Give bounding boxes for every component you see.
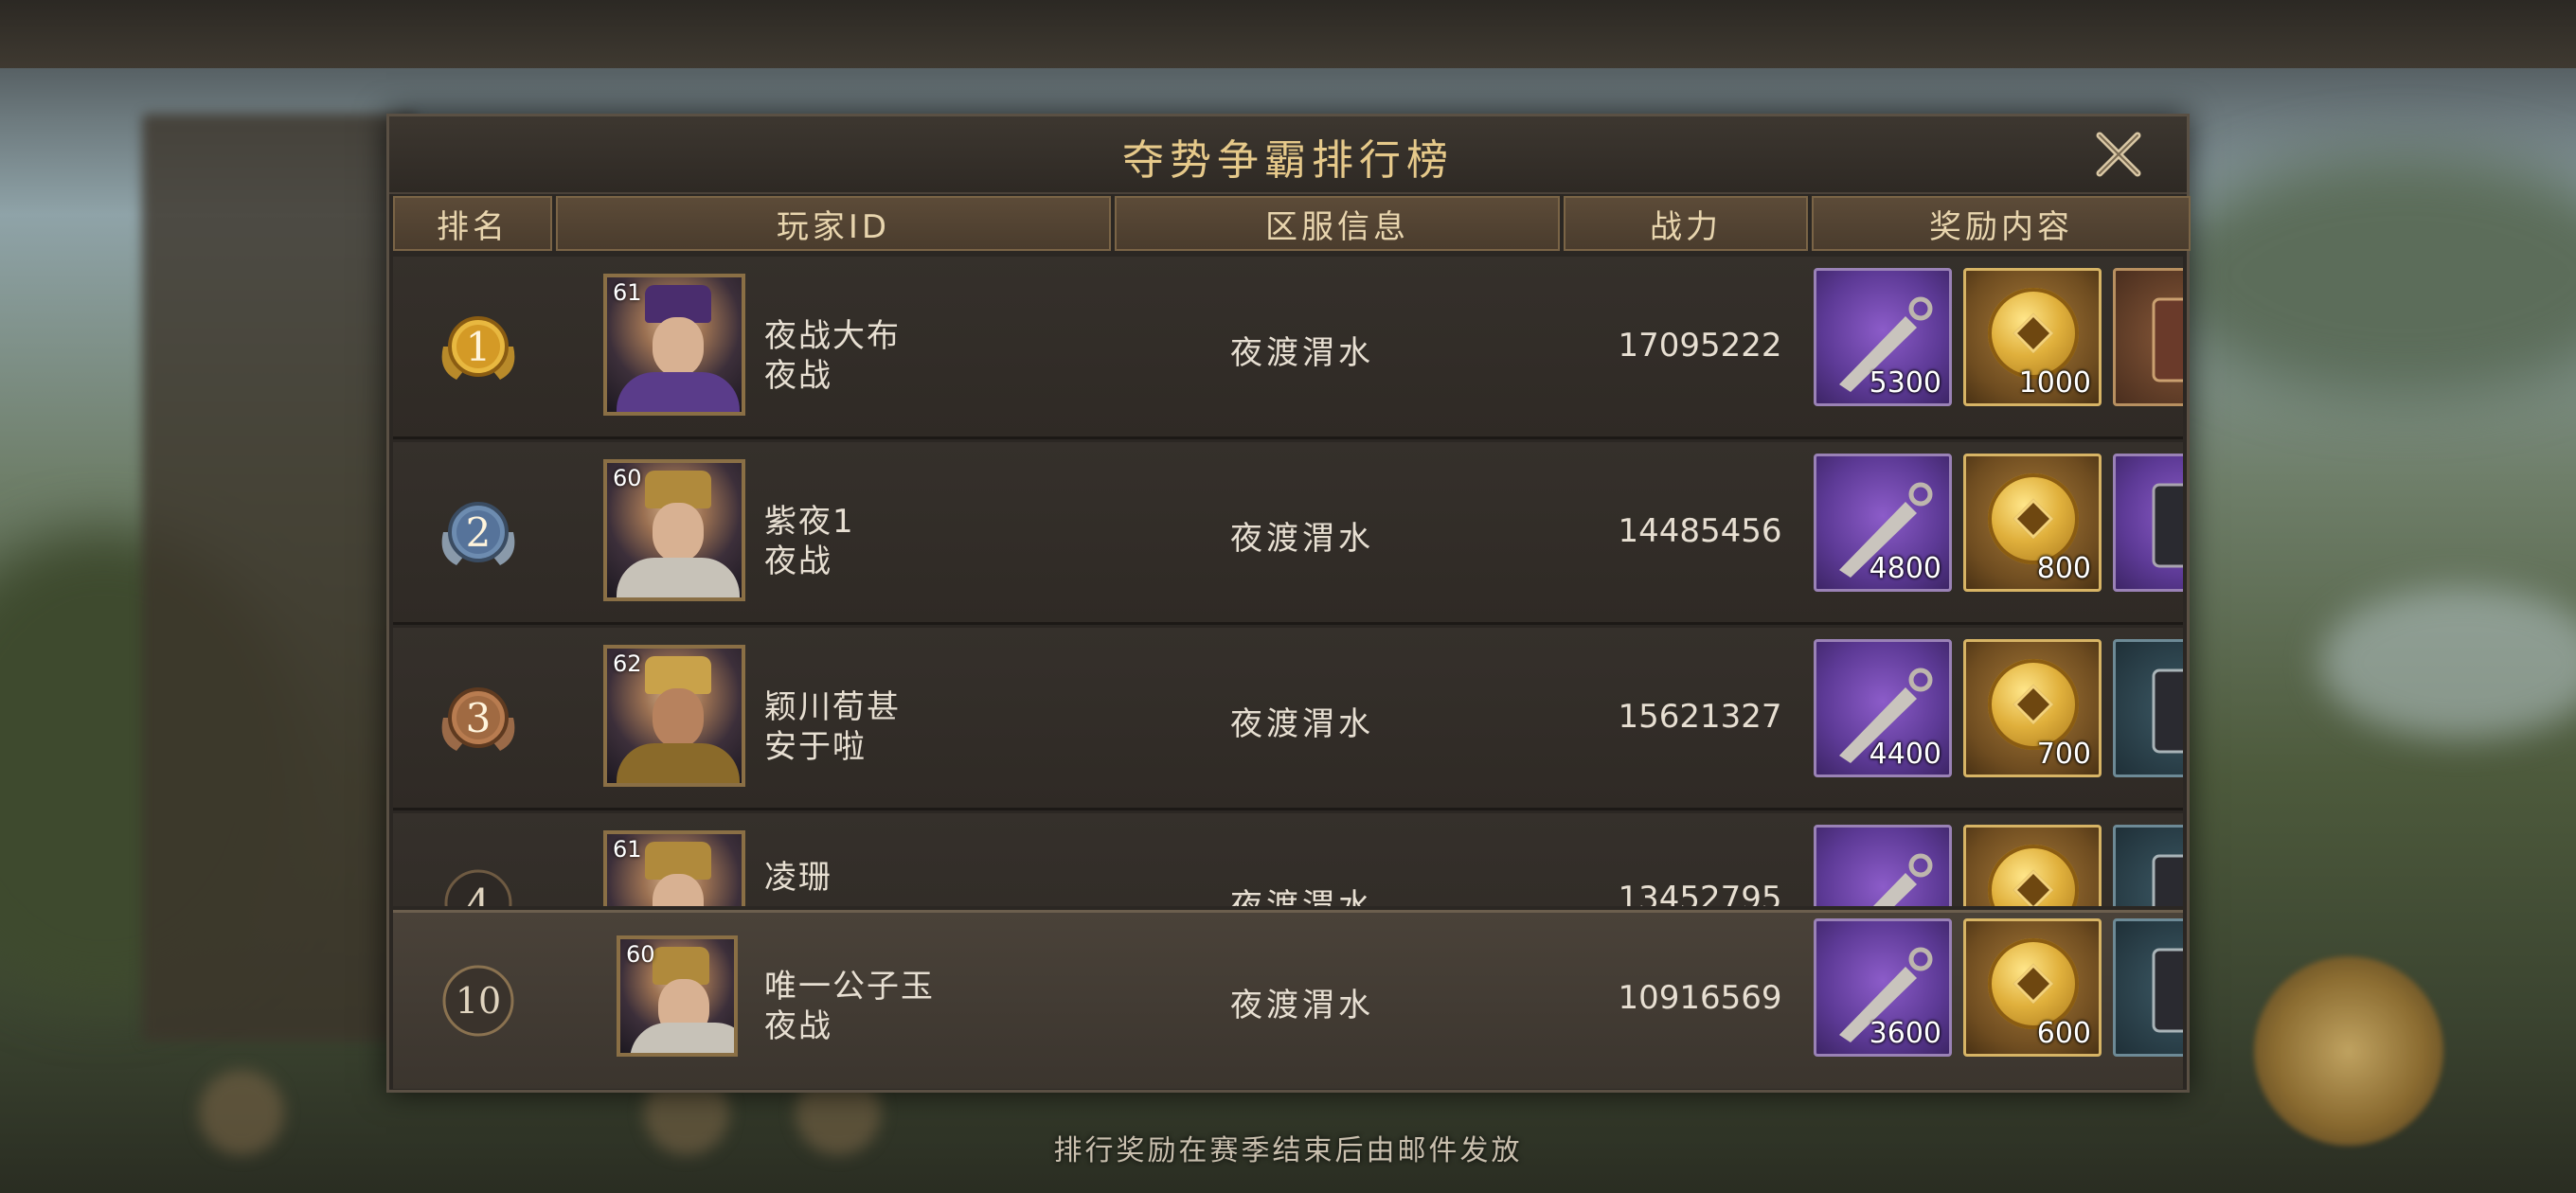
panel-title: 夺势争霸排行榜 bbox=[1122, 136, 1454, 185]
reward-item-coin[interactable] bbox=[1963, 825, 2102, 906]
server-name: 夜渡渭水 bbox=[1230, 887, 1374, 906]
background-side-panel bbox=[142, 114, 417, 1042]
scroll-icon bbox=[2152, 297, 2183, 383]
player-level: 61 bbox=[613, 836, 642, 863]
server-name: 夜渡渭水 bbox=[1230, 520, 1374, 558]
reward-item-scroll[interactable] bbox=[2113, 639, 2183, 777]
close-icon bbox=[2096, 132, 2141, 177]
table-header: 排名 玩家ID 区服信息 战力 奖励内容 bbox=[389, 196, 2191, 251]
close-button[interactable] bbox=[2092, 128, 2145, 181]
reward-item-coin[interactable]: 600 bbox=[1963, 918, 2102, 1057]
coin-icon bbox=[1988, 473, 2079, 564]
reward-list bbox=[1814, 825, 2183, 906]
reward-item-dagger[interactable]: 4800 bbox=[1814, 454, 1952, 592]
rank-medal-bronze: 3 bbox=[436, 675, 521, 760]
server-name: 夜渡渭水 bbox=[1230, 705, 1374, 743]
player-avatar[interactable]: 60 bbox=[617, 935, 738, 1057]
player-name: 凌珊 bbox=[764, 859, 832, 897]
coin-icon bbox=[1988, 659, 2079, 750]
table-row[interactable]: 4 61 凌珊 夜渡渭水 13452795 bbox=[393, 813, 2183, 906]
reward-item-coin[interactable]: 1000 bbox=[1963, 268, 2102, 406]
reward-item-coin[interactable]: 700 bbox=[1963, 639, 2102, 777]
reward-quantity: 3600 bbox=[1869, 1017, 1941, 1050]
table-row[interactable]: 3 62 颖川荀甚 安于啦 夜渡渭水 15621327 4400 700 bbox=[393, 628, 2183, 810]
power-value: 10916569 bbox=[1618, 979, 1782, 1017]
reward-item-coin[interactable]: 800 bbox=[1963, 454, 2102, 592]
coin-icon bbox=[1988, 938, 2079, 1029]
background-top-bar bbox=[0, 0, 2576, 68]
player-avatar[interactable]: 61 bbox=[603, 274, 745, 416]
reward-item-dagger[interactable]: 4400 bbox=[1814, 639, 1952, 777]
reward-quantity: 600 bbox=[2036, 1017, 2091, 1050]
reward-quantity: 800 bbox=[2036, 552, 2091, 585]
reward-item-dagger[interactable] bbox=[1814, 825, 1952, 906]
background-river bbox=[2320, 587, 2576, 739]
player-avatar[interactable]: 61 bbox=[603, 830, 745, 906]
table-row[interactable]: 2 60 紫夜1 夜战 夜渡渭水 14485456 4800 800 bbox=[393, 442, 2183, 625]
rank-number: 3 bbox=[465, 694, 492, 741]
reward-note: 排行奖励在赛季结束后由邮件发放 bbox=[1053, 1134, 1523, 1167]
my-rank-row[interactable]: 10 60 唯一公子玉 夜战 夜渡渭水 10916569 3600 600 bbox=[393, 910, 2183, 1089]
player-level: 62 bbox=[613, 650, 642, 677]
reward-list: 4400 700 bbox=[1814, 639, 2183, 783]
header-player-id: 玩家ID bbox=[556, 196, 1111, 251]
reward-list: 4800 800 bbox=[1814, 454, 2183, 597]
coin-icon bbox=[1988, 288, 2079, 379]
title-bar: 夺势争霸排行榜 bbox=[389, 116, 2187, 194]
background-hills bbox=[2159, 151, 2576, 398]
reward-quantity: 5300 bbox=[1869, 366, 1941, 400]
reward-quantity: 700 bbox=[2036, 738, 2091, 771]
server-name: 夜渡渭水 bbox=[1230, 334, 1374, 372]
rank-badge: 4 bbox=[436, 861, 521, 906]
reward-quantity: 4800 bbox=[1869, 552, 1941, 585]
header-rank: 排名 bbox=[393, 196, 552, 251]
power-value: 15621327 bbox=[1618, 698, 1782, 736]
reward-quantity: 4400 bbox=[1869, 738, 1941, 771]
reward-item-dagger[interactable]: 5300 bbox=[1814, 268, 1952, 406]
rank-number: 1 bbox=[465, 323, 492, 370]
leaderboard-panel: 夺势争霸排行榜 排名 玩家ID 区服信息 战力 奖励内容 1 61 夜战大布 夜… bbox=[386, 114, 2191, 1093]
leaderboard-list[interactable]: 1 61 夜战大布 夜战 夜渡渭水 17095222 5300 1000 2 6… bbox=[389, 257, 2187, 906]
player-guild: 夜战 bbox=[764, 1007, 832, 1045]
rank-number: 2 bbox=[465, 508, 492, 556]
player-guild: 夜战 bbox=[764, 357, 832, 395]
power-value: 13452795 bbox=[1618, 880, 1782, 906]
rank-medal-silver: 2 bbox=[436, 490, 521, 575]
reward-item-scroll[interactable] bbox=[2113, 918, 2183, 1057]
header-rewards: 奖励内容 bbox=[1812, 196, 2191, 251]
background-action-button bbox=[2254, 956, 2443, 1146]
reward-list: 3600 600 bbox=[1814, 918, 2183, 1062]
reward-item-dagger[interactable]: 3600 bbox=[1814, 918, 1952, 1057]
coin-icon bbox=[1988, 845, 2079, 906]
scroll-icon bbox=[2152, 854, 2183, 906]
power-value: 14485456 bbox=[1618, 512, 1782, 550]
player-guild: 夜战 bbox=[764, 543, 832, 580]
player-level: 60 bbox=[626, 941, 655, 968]
rank-medal-gold: 1 bbox=[436, 304, 521, 389]
dagger-icon bbox=[1872, 853, 1933, 906]
header-server-info: 区服信息 bbox=[1115, 196, 1560, 251]
player-guild: 安于啦 bbox=[764, 728, 867, 766]
scroll-icon bbox=[2152, 668, 2183, 754]
table-row[interactable]: 1 61 夜战大布 夜战 夜渡渭水 17095222 5300 1000 bbox=[393, 257, 2183, 439]
header-power: 战力 bbox=[1564, 196, 1808, 251]
player-avatar[interactable]: 62 bbox=[603, 645, 745, 787]
reward-item-scroll[interactable] bbox=[2113, 825, 2183, 906]
reward-list: 5300 1000 bbox=[1814, 268, 2183, 412]
rank-badge: 10 bbox=[436, 958, 521, 1043]
player-avatar[interactable]: 60 bbox=[603, 459, 745, 601]
server-name: 夜渡渭水 bbox=[1230, 987, 1374, 1024]
player-level: 60 bbox=[613, 465, 642, 491]
scroll-icon bbox=[2152, 483, 2183, 568]
scroll-icon bbox=[2152, 948, 2183, 1033]
rank-number: 10 bbox=[455, 980, 502, 1022]
power-value: 17095222 bbox=[1618, 327, 1782, 365]
reward-quantity: 1000 bbox=[2018, 366, 2091, 400]
reward-item-scroll[interactable] bbox=[2113, 454, 2183, 592]
reward-item-scroll[interactable] bbox=[2113, 268, 2183, 406]
player-level: 61 bbox=[613, 279, 642, 306]
rank-number: 4 bbox=[465, 880, 492, 907]
